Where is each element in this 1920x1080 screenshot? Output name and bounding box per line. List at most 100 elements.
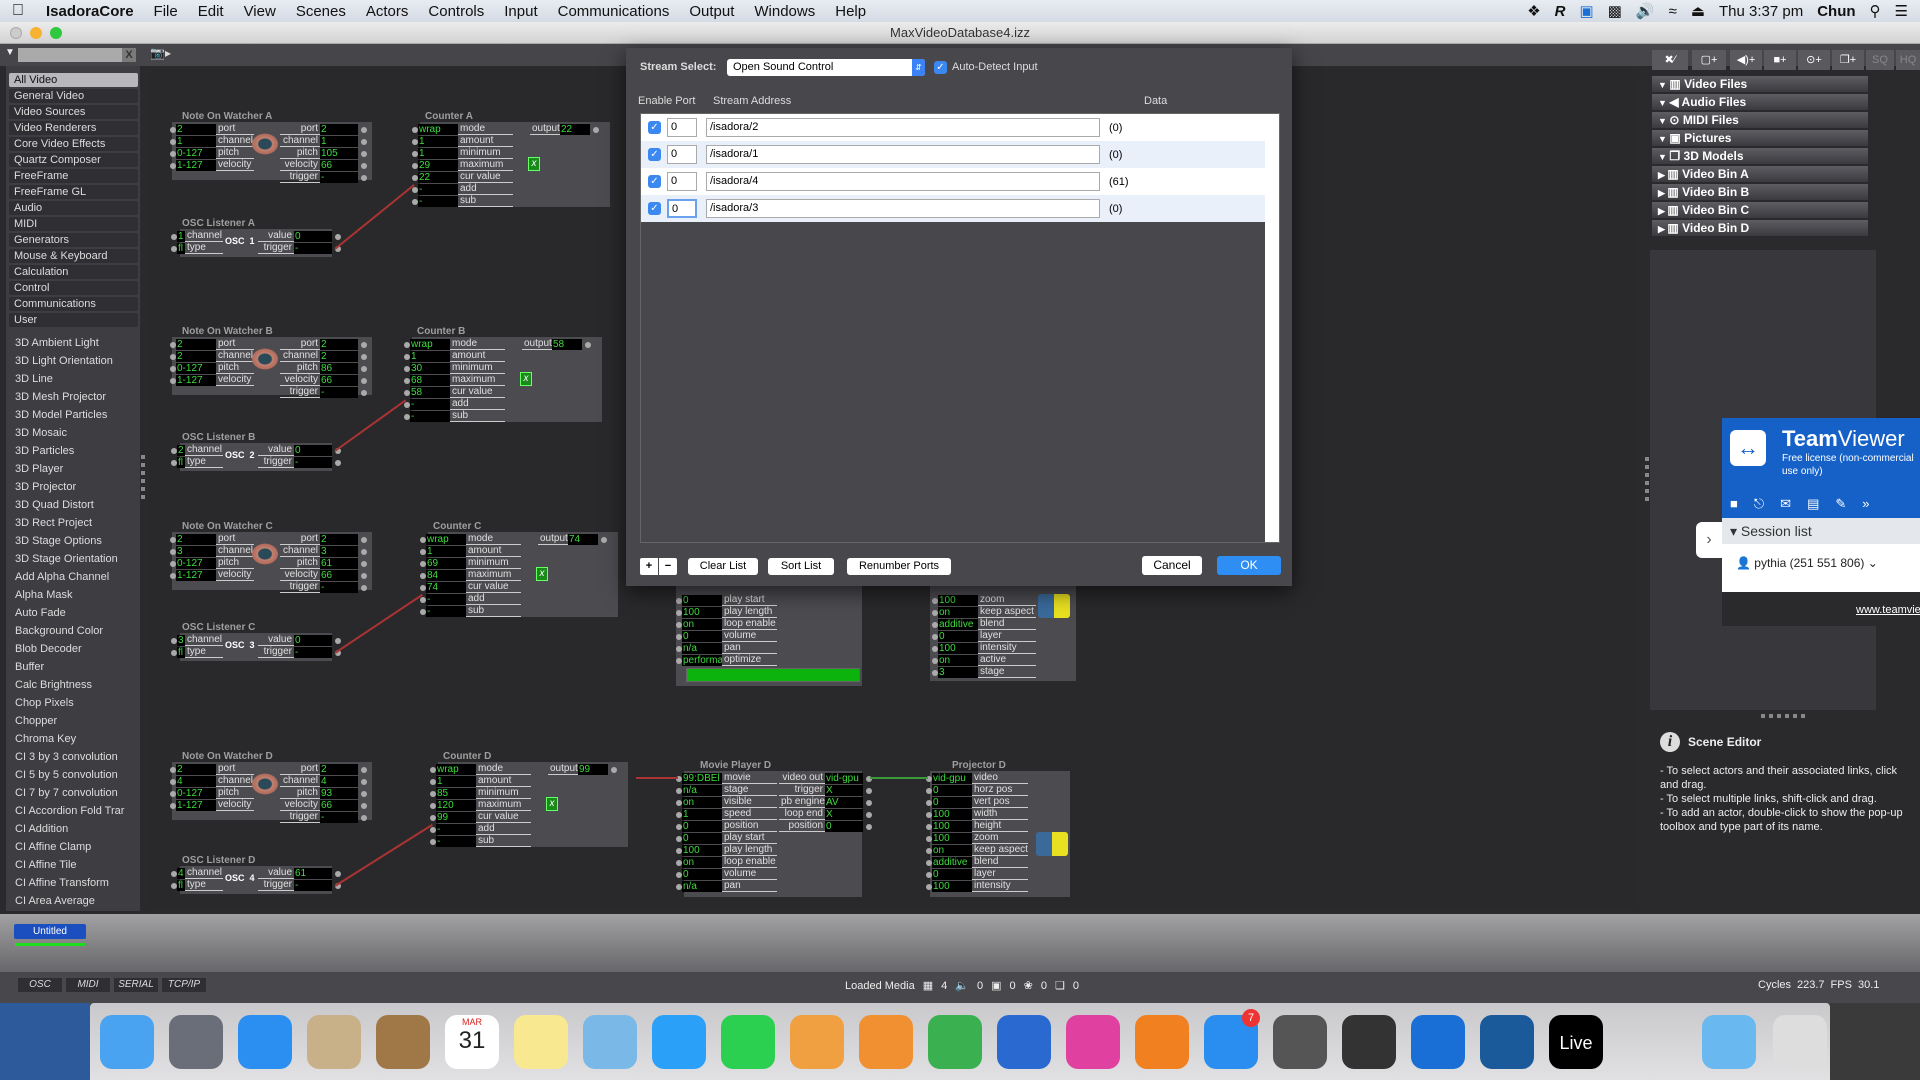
user-name[interactable]: Chun: [1817, 3, 1855, 20]
dock-app-teamviewer[interactable]: [1411, 1015, 1465, 1069]
cancel-button[interactable]: Cancel: [1142, 556, 1202, 575]
output-port[interactable]: [335, 871, 341, 877]
property-value[interactable]: vid-gpu: [932, 773, 972, 784]
projector-d-title[interactable]: Projector D: [952, 760, 1006, 771]
property-value[interactable]: 100: [932, 821, 972, 832]
channel-value[interactable]: 2: [177, 445, 185, 456]
osc-listener-title[interactable]: OSC Listener A: [182, 218, 255, 229]
output-value[interactable]: -: [320, 387, 358, 398]
output-port[interactable]: [361, 779, 367, 785]
property-value[interactable]: n/a: [682, 643, 722, 654]
patch-cord[interactable]: [870, 777, 928, 779]
output-value[interactable]: 99: [578, 764, 608, 775]
property-value[interactable]: -: [418, 196, 458, 207]
actor-item[interactable]: CI Addition: [15, 823, 68, 835]
category-item[interactable]: Quartz Composer: [9, 153, 138, 167]
menu-help[interactable]: Help: [825, 3, 876, 20]
watcher-title[interactable]: Note On Watcher B: [182, 326, 273, 337]
actor-item[interactable]: CI 3 by 3 convolution: [15, 751, 118, 763]
add-row-button[interactable]: +: [640, 558, 658, 575]
output-port[interactable]: [361, 366, 367, 372]
property-value[interactable]: 29: [418, 160, 458, 171]
output-value[interactable]: 74: [568, 534, 598, 545]
output-port[interactable]: [361, 537, 367, 543]
category-item[interactable]: User: [9, 313, 138, 327]
property-value[interactable]: 1: [426, 546, 466, 557]
output-port[interactable]: [361, 561, 367, 567]
property-value[interactable]: 0: [932, 869, 972, 880]
output-value[interactable]: 1: [320, 136, 358, 147]
property-value[interactable]: 1: [418, 148, 458, 159]
output-port[interactable]: [585, 342, 591, 348]
dock-app-photos[interactable]: [790, 1015, 844, 1069]
media-bin[interactable]: ▶ ▥ Video Bin A: [1652, 166, 1868, 182]
property-value[interactable]: wrap: [418, 124, 458, 135]
output-value[interactable]: 66: [320, 375, 358, 386]
actor-item[interactable]: 3D Rect Project: [15, 517, 92, 529]
output-value[interactable]: X: [825, 785, 863, 796]
actor-item[interactable]: Add Alpha Channel: [15, 571, 109, 583]
actor-item[interactable]: 3D Quad Distort: [15, 499, 94, 511]
actor-search-input[interactable]: [18, 48, 130, 62]
media-bin[interactable]: ▼ ◀ Audio Files: [1652, 94, 1868, 110]
property-value[interactable]: 0-127: [176, 363, 216, 374]
eject-icon[interactable]: ⏏: [1691, 2, 1705, 20]
category-item[interactable]: All Video: [9, 73, 138, 87]
property-value[interactable]: 2: [176, 764, 216, 775]
port-input[interactable]: 0: [667, 145, 697, 164]
property-value[interactable]: 3: [176, 546, 216, 557]
media-bin[interactable]: ▶ ▥ Video Bin C: [1652, 202, 1868, 218]
stream-row[interactable]: ✓ 0/isadora/4 (61): [641, 168, 1265, 195]
output-value[interactable]: 2: [320, 351, 358, 362]
output-port[interactable]: [866, 824, 872, 830]
property-value[interactable]: -: [426, 594, 466, 605]
actor-item[interactable]: 3D Projector: [15, 481, 76, 493]
expanded-triangle-icon[interactable]: ▼: [1658, 116, 1669, 126]
property-value[interactable]: on: [682, 797, 722, 808]
actor-item[interactable]: Chopper: [15, 715, 57, 727]
output-value[interactable]: -: [294, 880, 332, 891]
remove-row-button[interactable]: −: [659, 558, 677, 575]
spotlight-icon[interactable]: ⚲: [1870, 2, 1881, 20]
hq-button[interactable]: HQ: [1896, 50, 1920, 70]
output-value[interactable]: -: [320, 812, 358, 823]
property-value[interactable]: -: [426, 606, 466, 617]
dropbox-icon[interactable]: ❖: [1527, 2, 1540, 20]
property-value[interactable]: 1-127: [176, 375, 216, 386]
osc-listener-title[interactable]: OSC Listener B: [182, 432, 255, 443]
actor-item[interactable]: CI 7 by 7 convolution: [15, 787, 118, 799]
actor-item[interactable]: 3D Light Orientation: [15, 355, 113, 367]
more-icon[interactable]: »: [1862, 496, 1869, 512]
wifi-icon[interactable]: ≈: [1669, 3, 1677, 20]
actor-item[interactable]: Background Color: [15, 625, 103, 637]
patch-cord[interactable]: [636, 777, 678, 779]
output-port[interactable]: [593, 127, 599, 133]
output-port[interactable]: [361, 354, 367, 360]
property-value[interactable]: 1: [410, 351, 450, 362]
channel-value[interactable]: 3: [177, 635, 185, 646]
output-value[interactable]: 0: [294, 231, 332, 242]
actor-item[interactable]: Auto Fade: [15, 607, 66, 619]
media-bin[interactable]: ▶ ▥ Video Bin B: [1652, 184, 1868, 200]
output-port[interactable]: [361, 803, 367, 809]
property-value[interactable]: 85: [436, 788, 476, 799]
property-value[interactable]: on: [938, 607, 978, 618]
actor-item[interactable]: CI Affine Tile: [15, 859, 77, 871]
category-item[interactable]: Video Sources: [9, 105, 138, 119]
actor-item[interactable]: Chroma Key: [15, 733, 76, 745]
dock-app-notes[interactable]: [514, 1015, 568, 1069]
channel-value[interactable]: 1: [177, 231, 185, 242]
app-menu[interactable]: IsadoraCore: [36, 3, 144, 20]
enable-port-checkbox[interactable]: ✓: [648, 175, 661, 188]
notification-center-icon[interactable]: ☰: [1895, 2, 1908, 20]
enable-port-checkbox[interactable]: ✓: [648, 202, 661, 215]
dock-app-isadora[interactable]: [1480, 1015, 1534, 1069]
comm-tab[interactable]: TCP/IP: [162, 978, 206, 992]
property-value[interactable]: 99:DBEl: [682, 773, 722, 784]
category-item[interactable]: Mouse & Keyboard: [9, 249, 138, 263]
clear-list-button[interactable]: Clear List: [688, 558, 758, 575]
property-value[interactable]: 1-127: [176, 800, 216, 811]
property-value[interactable]: on: [938, 655, 978, 666]
category-item[interactable]: General Video: [9, 89, 138, 103]
port-input[interactable]: 0: [667, 118, 697, 137]
